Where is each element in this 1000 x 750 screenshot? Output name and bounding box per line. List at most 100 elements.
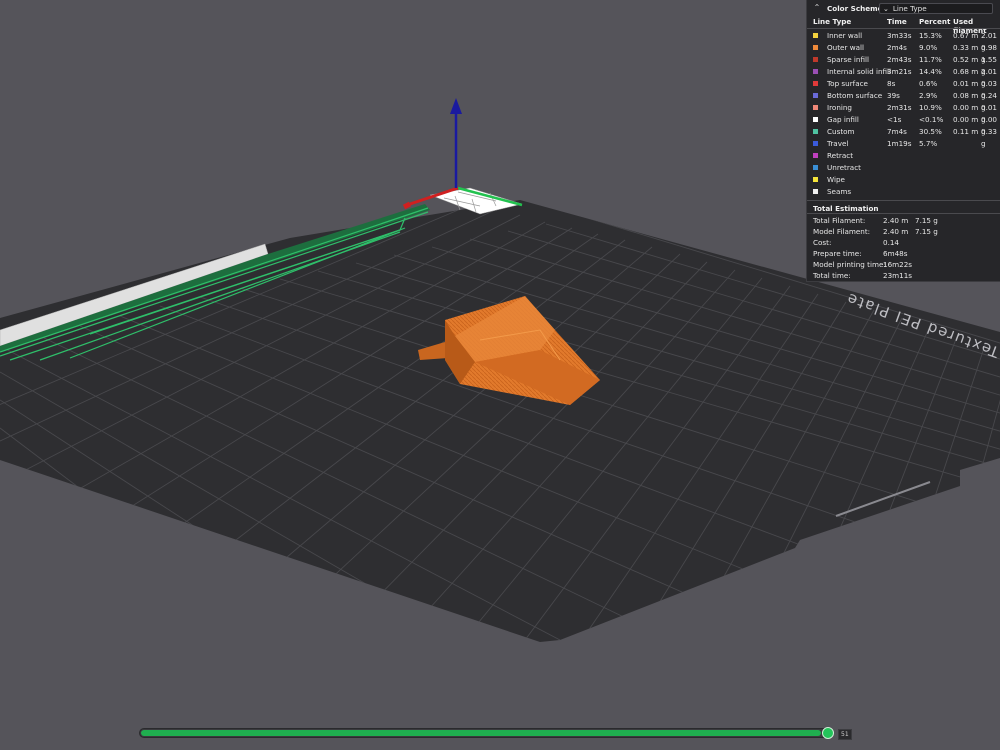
color-swatch [813,129,818,134]
total-label: Model Filament: [813,227,871,236]
color-swatch [813,57,818,62]
line-type-name: Top surface [827,79,868,88]
line-percent: <0.1% [919,115,944,124]
color-swatch [813,93,818,98]
total-row: Cost: 0.14 [813,237,1000,248]
color-swatch [813,45,818,50]
header-time: Time [887,17,907,26]
line-length: 0.33 m [953,43,979,52]
line-time: 2m43s [887,55,912,64]
layer-slider-label: 51 [838,729,852,740]
total-value-1: 0.14 [883,238,900,247]
total-row: Total Filament: 2.40 m 7.15 g [813,215,1000,226]
total-label: Model printing time: [813,260,886,269]
legend-row[interactable]: Retract [811,150,1000,162]
legend-row[interactable]: Gap infill <1s <0.1% 0.00 m 0.00 g [811,114,1000,136]
line-percent: 5.7% [919,139,938,148]
total-label: Total Filament: [813,216,866,225]
legend-row[interactable]: Ironing 2m31s 10.9% 0.00 m 0.01 g [811,102,1000,124]
collapse-icon[interactable]: ⌃ [811,2,823,14]
legend-row[interactable]: Sparse infill 2m43s 11.7% 0.52 m 1.55 g [811,54,1000,76]
color-swatch [813,105,818,110]
legend-row[interactable]: Wipe [811,174,1000,186]
line-type-name: Bottom surface [827,91,883,100]
total-label: Prepare time: [813,249,862,258]
header-percent: Percent [919,17,951,26]
total-value-1: 2.40 m [883,227,909,236]
line-length: 0.08 m [953,91,979,100]
legend-row[interactable]: Inner wall 3m33s 15.3% 0.67 m 2.01 g [811,30,1000,52]
line-length: 0.68 m [953,67,979,76]
line-time: 7m4s [887,127,907,136]
line-type-name: Sparse infill [827,55,870,64]
legend-row[interactable]: Outer wall 2m4s 9.0% 0.33 m 0.98 g [811,42,1000,64]
color-swatch [813,81,818,86]
line-length: 0.11 m [953,127,979,136]
legend-header: ⌃ Color Scheme [811,2,883,14]
line-type-name: Inner wall [827,31,863,40]
total-row: Model printing time: 16m22s [813,259,1000,270]
line-percent: 10.9% [919,103,942,112]
legend-row[interactable]: Top surface 8s 0.6% 0.01 m 0.03 g [811,78,1000,100]
color-swatch [813,141,818,146]
line-type-name: Internal solid infill [827,67,892,76]
color-scheme-value: Line Type [892,4,927,13]
line-type-name: Outer wall [827,43,864,52]
section-divider [807,200,1000,201]
legend-row[interactable]: Custom 7m4s 30.5% 0.11 m 0.33 g [811,126,1000,148]
color-swatch [813,153,818,158]
line-type-name: Unretract [827,163,861,172]
line-time: 2m31s [887,103,912,112]
color-swatch [813,33,818,38]
line-percent: 0.6% [919,79,938,88]
color-swatch [813,69,818,74]
total-value-1: 23m11s [883,271,913,280]
line-type-name: Custom [827,127,855,136]
legend-row[interactable]: Bottom surface 39s 2.9% 0.08 m 0.24 g [811,90,1000,112]
legend-row[interactable]: Unretract [811,162,1000,174]
header-divider [807,28,1000,29]
line-time: 39s [887,91,900,100]
line-percent: 2.9% [919,91,938,100]
line-percent: 14.4% [919,67,942,76]
layer-slider-fill [141,730,821,736]
line-time: 3m21s [887,67,912,76]
total-value-1: 6m48s [883,249,908,258]
line-time: 2m4s [887,43,907,52]
line-length: 0.00 m [953,103,979,112]
total-label: Cost: [813,238,832,247]
legend-panel: ⌃ Color Scheme ⌄ Line Type Line Type Tim… [806,0,1000,282]
color-swatch [813,177,818,182]
total-row: Prepare time: 6m48s [813,248,1000,259]
color-scheme-select[interactable]: ⌄ Line Type [879,3,993,14]
line-percent: 30.5% [919,127,942,136]
legend-title: Color Scheme [827,3,883,13]
line-length: 0.67 m [953,31,979,40]
chevron-down-icon: ⌄ [883,4,889,13]
line-percent: 11.7% [919,55,942,64]
line-type-name: Wipe [827,175,845,184]
total-row: Model Filament: 2.40 m 7.15 g [813,226,1000,237]
line-type-name: Gap infill [827,115,859,124]
line-length: 0.01 m [953,79,979,88]
color-swatch [813,189,818,194]
legend-row[interactable]: Seams [811,186,1000,198]
total-value-2: 7.15 g [915,216,938,225]
line-type-name: Seams [827,187,852,196]
line-time: 8s [887,79,896,88]
total-row: Total time: 23m11s [813,270,1000,281]
total-estimation-title: Total Estimation [813,204,879,213]
legend-row[interactable]: Internal solid infill 3m21s 14.4% 0.68 m 2.0… [811,66,1000,88]
legend-column-headers: Line Type Time Percent Used filament [811,17,1000,35]
total-value-1: 2.40 m [883,216,909,225]
line-type-name: Travel [827,139,849,148]
legend-row[interactable]: Travel 1m19s 5.7% [811,138,1000,150]
line-type-name: Retract [827,151,854,160]
layer-slider-track[interactable] [139,728,830,738]
layer-slider-thumb[interactable] [822,727,834,739]
total-divider [807,213,1000,214]
line-length: 0.52 m [953,55,979,64]
line-time: <1s [887,115,902,124]
line-percent: 9.0% [919,43,938,52]
line-percent: 15.3% [919,31,942,40]
